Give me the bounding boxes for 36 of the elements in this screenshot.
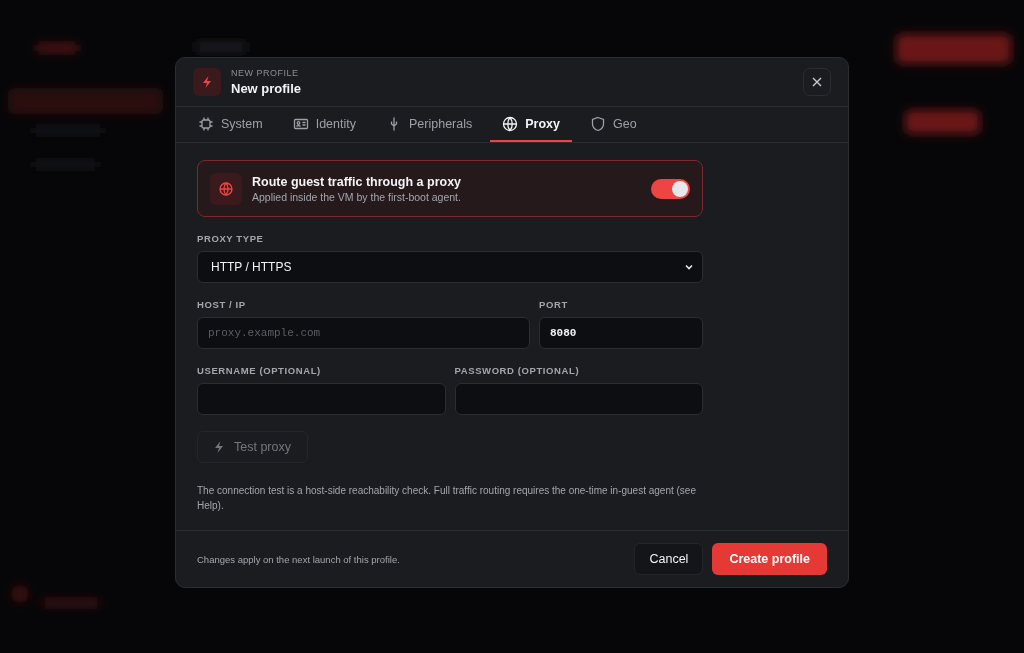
lightning-icon <box>193 68 221 96</box>
proxy-type-select[interactable]: HTTP / HTTPS <box>197 251 703 283</box>
close-icon <box>811 76 823 88</box>
field-label: USERNAME (OPTIONAL) <box>197 365 322 376</box>
dialog-eyebrow: NEW PROFILE <box>231 68 300 78</box>
host-field[interactable]: proxy.example.com <box>197 317 530 349</box>
create-profile-button[interactable]: Create profile <box>712 543 827 575</box>
tab[interactable]: Proxy <box>490 107 572 142</box>
blurred-avatar <box>11 585 29 603</box>
dialog-title: New profile <box>231 81 303 96</box>
blurred-logo <box>36 44 78 52</box>
tab[interactable]: Identity <box>280 107 368 142</box>
tab[interactable]: Peripherals <box>374 107 485 142</box>
field-label: PROXY TYPE <box>197 233 265 244</box>
toggle-title: Route guest traffic through a proxy <box>252 174 463 189</box>
tab[interactable]: System <box>186 107 275 142</box>
footer-note: Changes apply on the next launch of this profile. <box>197 553 401 565</box>
field-label: PORT <box>539 299 569 310</box>
lightning-icon <box>213 440 225 454</box>
help-note: The connection test is a host-side reachability check. Full traffic routing requires the one-time in-guest agent (see Help). <box>197 484 697 513</box>
field-label: HOST / IP <box>197 299 247 310</box>
toggle-subtitle: Applied inside the VM by the first-boot agent. <box>252 190 462 203</box>
shield-icon <box>590 115 606 132</box>
username-field[interactable] <box>197 383 446 415</box>
proxy-switch[interactable] <box>651 178 690 199</box>
cancel-button[interactable]: Cancel <box>634 543 704 575</box>
port-field[interactable]: 8080 <box>539 317 703 349</box>
globe-icon <box>210 172 242 205</box>
close-button[interactable] <box>803 68 831 96</box>
chip-icon <box>198 115 214 132</box>
password-field[interactable] <box>454 383 703 415</box>
chevron-down-icon <box>684 262 694 272</box>
globe-icon <box>502 115 519 132</box>
blurred-user-label <box>42 600 100 606</box>
field-label: PASSWORD (OPTIONAL) <box>454 365 581 376</box>
tab[interactable]: Geo <box>578 107 649 142</box>
